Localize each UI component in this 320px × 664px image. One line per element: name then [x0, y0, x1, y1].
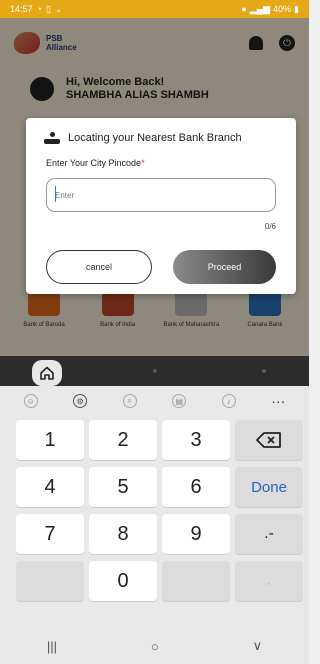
backspace-icon — [256, 432, 281, 448]
back-chevron-icon[interactable]: ∨ — [253, 638, 263, 654]
key-4[interactable]: 4 — [16, 467, 84, 507]
signal-icon: ▂▄▆ — [249, 3, 271, 14]
dialog-header: Locating your Nearest Bank Branch — [44, 132, 242, 144]
status-time: 14:57 — [10, 4, 33, 14]
mic-icon[interactable]: ♪ — [221, 394, 236, 408]
recents-icon[interactable]: ||| — [47, 639, 57, 654]
more-icon[interactable]: ··· — [271, 393, 285, 409]
pincode-dialog: Locating your Nearest Bank Branch Enter … — [26, 118, 296, 294]
nav-dot — [262, 369, 266, 373]
key-6[interactable]: 6 — [162, 467, 230, 507]
battery-icon: ▮ — [294, 3, 299, 14]
status-bar: 14:57 ◔ ▯ ⌄ ● ▂▄▆ 40% ▮ — [0, 0, 309, 18]
dot-dash-key[interactable]: .- — [235, 514, 303, 554]
battery-percent: 40% — [273, 4, 292, 14]
nav-dot — [153, 369, 157, 373]
cancel-button[interactable]: cancel — [46, 250, 152, 284]
key-2[interactable]: 2 — [89, 420, 157, 460]
settings-icon[interactable]: ⚙ — [73, 394, 88, 408]
key-3[interactable]: 3 — [162, 420, 230, 460]
required-mark: * — [141, 158, 145, 168]
dialog-title: Locating your Nearest Bank Branch — [68, 132, 242, 144]
text-cursor — [55, 186, 56, 202]
bottom-app-bar — [0, 356, 309, 386]
home-button[interactable] — [32, 360, 62, 386]
empty-key — [162, 561, 230, 601]
keyboard-toolbar: ☺ ⚙ ⌕ ▤ ♪ ··· — [0, 386, 309, 416]
backspace-key[interactable] — [235, 420, 303, 460]
alarm-icon: ● — [241, 4, 247, 14]
key-0[interactable]: 0 — [89, 561, 157, 601]
pincode-input[interactable] — [46, 178, 276, 212]
hand-holding-icon — [44, 132, 60, 144]
home-icon — [40, 366, 54, 380]
key-8[interactable]: 8 — [89, 514, 157, 554]
sim-icon: ▯ — [45, 3, 51, 14]
character-counter: 0/6 — [264, 222, 276, 231]
key-grid: 1 2 3 4 5 6 Done 7 8 9 .- 0 , — [16, 420, 305, 601]
proceed-button[interactable]: Proceed — [173, 250, 276, 284]
key-7[interactable]: 7 — [16, 514, 84, 554]
key-9[interactable]: 9 — [162, 514, 230, 554]
location-icon: ⌄ — [54, 3, 63, 14]
numeric-keyboard: ☺ ⚙ ⌕ ▤ ♪ ··· 1 2 3 4 5 6 Done 7 8 9 .- … — [0, 386, 309, 664]
key-5[interactable]: 5 — [89, 467, 157, 507]
key-1[interactable]: 1 — [16, 420, 84, 460]
comma-key[interactable]: , — [235, 561, 303, 601]
done-key[interactable]: Done — [235, 467, 303, 507]
clipboard-icon[interactable]: ▤ — [172, 394, 187, 408]
search-icon[interactable]: ⌕ — [122, 394, 137, 408]
pincode-label: Enter Your City Pincode* — [46, 158, 145, 168]
status-left: 14:57 ◔ ▯ ⌄ — [10, 4, 62, 15]
emoji-icon[interactable]: ☺ — [23, 394, 38, 408]
status-right: ● ▂▄▆ 40% ▮ — [241, 4, 299, 15]
system-navigation-bar: ||| ○ ∨ — [0, 628, 309, 664]
empty-key — [16, 561, 84, 601]
pincode-label-text: Enter Your City Pincode — [46, 158, 142, 168]
whatsapp-icon: ◔ — [36, 4, 42, 14]
home-circle-icon[interactable]: ○ — [151, 639, 159, 654]
